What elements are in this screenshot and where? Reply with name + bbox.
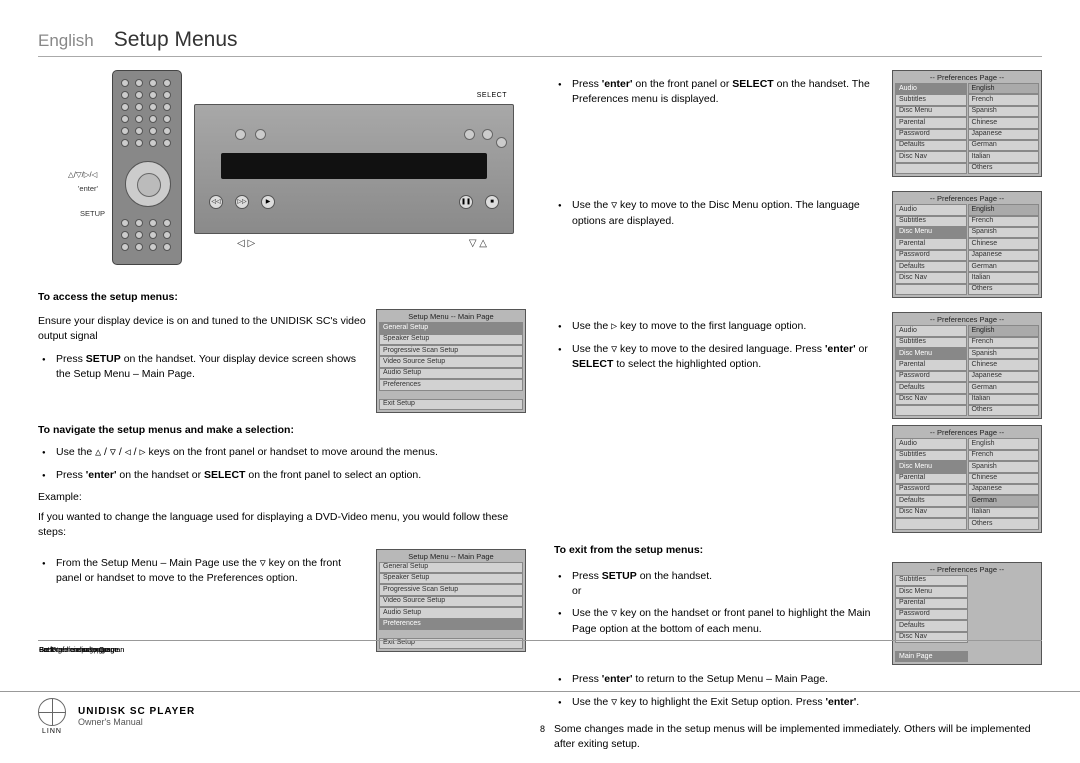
right-bullet-4: Use the ▽ key to move to the desired lan… <box>554 342 882 373</box>
remote-label-setup: SETUP <box>80 209 105 220</box>
brand-logo <box>38 698 66 726</box>
example-body: If you wanted to change the language use… <box>38 510 526 540</box>
product-name: UNIDISK SC PLAYER <box>78 706 1042 717</box>
page-number: 8 <box>540 724 545 734</box>
device-illustration: △/▽/▷/◁ 'enter' SETUP SELECT ◁◁ ▷▷ ▶ ❚❚ … <box>38 70 526 280</box>
header-divider <box>38 56 1042 57</box>
navigate-title: To navigate the setup menus and make a s… <box>38 423 526 438</box>
preferences-screenshot-5: -- Preferences Page --SubtitlesDisc Menu… <box>892 562 1042 666</box>
access-bullet-1: Press SETUP on the handset. Your display… <box>38 352 366 382</box>
preferences-screenshot-3: -- Preferences Page --AudioEnglishSubtit… <box>892 312 1042 419</box>
exit-bullet-3: Press 'enter' to return to the Setup Men… <box>554 672 1042 687</box>
manual-label: Owner's Manual <box>78 717 1042 727</box>
preferences-screenshot-2: -- Preferences Page --AudioEnglishSubtit… <box>892 191 1042 298</box>
down-icon: ▽ <box>110 447 116 458</box>
remote-label-arrows: △/▽/▷/◁ <box>68 170 97 181</box>
access-title: To access the setup menus: <box>38 290 526 305</box>
right-bullet-2: Use the ▽ key to move to the Disc Menu o… <box>554 198 882 229</box>
access-body: Ensure your display device is on and tun… <box>38 314 366 344</box>
exit-bullet-1: Press SETUP on the handset. or <box>554 569 882 599</box>
menu-screenshot-main-1: Setup Menu -- Main PageGeneral SetupSpea… <box>376 309 526 413</box>
brand-name: LINN <box>38 728 66 735</box>
header-language: English <box>38 31 94 51</box>
front-panel-image: SELECT ◁◁ ▷▷ ▶ ❚❚ ■ ◁ ▷ ▽ △ <box>194 104 514 234</box>
nav-bullet-2: Press 'enter' on the handset or SELECT o… <box>38 468 526 483</box>
remote-label-enter: 'enter' <box>78 184 98 195</box>
remote-control-image <box>112 70 182 265</box>
page-title: Setup Menus <box>114 28 238 52</box>
nav-bullet-1: Use the △ / ▽ / ◁ / ▷ keys on the front … <box>38 445 526 461</box>
left-icon: ◁ <box>125 447 131 458</box>
exit-title: To exit from the setup menus: <box>554 543 1042 558</box>
preferences-screenshot-1: -- Preferences Page --AudioEnglishSubtit… <box>892 70 1042 177</box>
panel-label-select: SELECT <box>477 91 507 101</box>
example-bullet-1: From the Setup Menu – Main Page use the … <box>38 556 366 587</box>
right-bullet-3: Use the ▷ key to move to the first langu… <box>554 319 882 335</box>
preferences-screenshot-4: -- Preferences Page --AudioEnglishSubtit… <box>892 425 1042 532</box>
panel-arrows-right: ▽ △ <box>469 237 487 252</box>
exit-bullet-2: Use the ▽ key on the handset or front pa… <box>554 606 882 637</box>
panel-arrows-left: ◁ ▷ <box>237 237 255 252</box>
example-label: Example: <box>38 490 526 505</box>
right-bullet-1: Press 'enter' on the front panel or SELE… <box>554 77 882 107</box>
menu-screenshot-main-2: Setup Menu -- Main PageGeneral SetupSpea… <box>376 549 526 653</box>
up-icon: △ <box>95 447 101 458</box>
